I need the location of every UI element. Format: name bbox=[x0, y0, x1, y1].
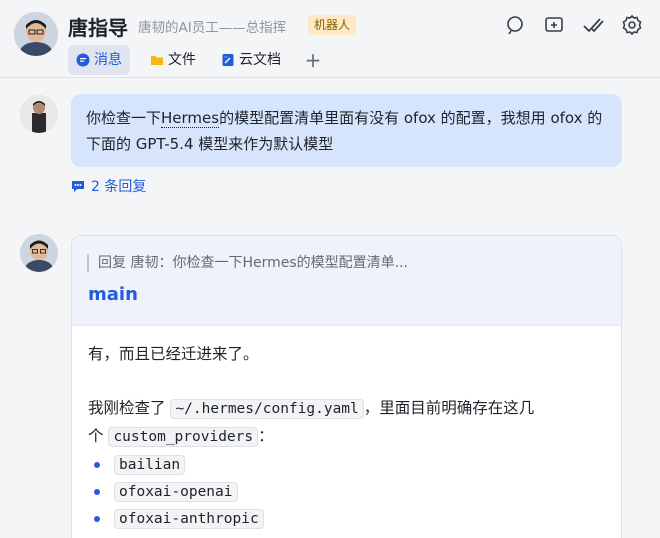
message-highlight[interactable]: Hermes bbox=[161, 109, 220, 128]
tab-messages[interactable]: 消息 bbox=[68, 45, 130, 75]
list-item: bailian bbox=[88, 451, 608, 478]
bot-reply-card[interactable]: 回复 唐韧：你检查一下Hermes的模型配置清单... main 有，而且已经迁… bbox=[71, 235, 622, 538]
inline-code: ofoxai-openai bbox=[114, 482, 238, 502]
body-text: ，里面目前明确存在这几 bbox=[363, 399, 535, 417]
list-item: ofoxai-openai bbox=[88, 478, 608, 505]
inline-code: ofoxai-anthropic bbox=[114, 509, 264, 529]
add-window-icon[interactable] bbox=[543, 14, 565, 36]
card-header: 回复 唐韧：你检查一下Hermes的模型配置清单... main bbox=[72, 236, 621, 326]
add-tab-button[interactable]: + bbox=[302, 45, 324, 75]
tab-cloud-docs[interactable]: 云文档 bbox=[213, 45, 289, 75]
user-message-bubble[interactable]: 你检查一下Hermes的模型配置清单里面有没有 ofox 的配置，我想用 ofo… bbox=[71, 94, 622, 167]
message-text: 你检查一下 bbox=[86, 109, 162, 127]
bot-badge: 机器人 bbox=[308, 15, 357, 35]
card-body: 有，而且已经迁进来了。 我刚检查了 ~/.hermes/config.yaml，… bbox=[88, 341, 608, 532]
chat-title: 唐指导 bbox=[68, 16, 128, 40]
chat-subtitle: 唐韧的AI员工——总指挥 bbox=[138, 20, 287, 36]
search-icon[interactable] bbox=[504, 14, 526, 36]
tab-label: 文件 bbox=[168, 52, 196, 68]
body-text: 我刚检查了 bbox=[88, 399, 171, 417]
bot-avatar[interactable] bbox=[14, 12, 58, 56]
settings-gear-icon[interactable] bbox=[621, 14, 643, 36]
tab-label: 云文档 bbox=[239, 52, 281, 68]
chat-header: 唐指导 唐韧的AI员工——总指挥 机器人 消息 文件 云文档 + bbox=[0, 0, 660, 78]
reply-quote[interactable]: 回复 唐韧：你检查一下Hermes的模型配置清单... bbox=[87, 254, 408, 272]
body-text: ： bbox=[258, 427, 274, 445]
bot-avatar[interactable] bbox=[20, 234, 58, 272]
replies-count: 2 条回复 bbox=[91, 179, 147, 195]
body-line: 我刚检查了 ~/.hermes/config.yaml ，里面目前明确存在这几 bbox=[88, 395, 608, 423]
body-line: 个 custom_providers： bbox=[88, 423, 608, 451]
folder-icon bbox=[150, 53, 164, 67]
provider-list: bailian ofoxai-openai ofoxai-anthropic bbox=[88, 451, 608, 532]
cloud-doc-icon bbox=[221, 53, 235, 67]
card-title: main bbox=[88, 284, 138, 305]
body-text: 个 bbox=[88, 427, 109, 445]
inline-code: custom_providers bbox=[108, 427, 259, 447]
thread-replies-link[interactable]: 2 条回复 bbox=[71, 176, 146, 196]
body-line: 有，而且已经迁进来了。 bbox=[88, 345, 259, 363]
user-avatar[interactable] bbox=[20, 95, 58, 133]
inline-code: ~/.hermes/config.yaml bbox=[170, 399, 364, 419]
tab-files[interactable]: 文件 bbox=[142, 45, 204, 75]
list-item: ofoxai-anthropic bbox=[88, 505, 608, 532]
check-double-icon[interactable] bbox=[582, 14, 604, 36]
tab-label: 消息 bbox=[94, 52, 122, 68]
reply-thread-icon bbox=[71, 179, 85, 193]
chat-bubble-icon bbox=[76, 53, 90, 67]
inline-code: bailian bbox=[114, 455, 186, 475]
